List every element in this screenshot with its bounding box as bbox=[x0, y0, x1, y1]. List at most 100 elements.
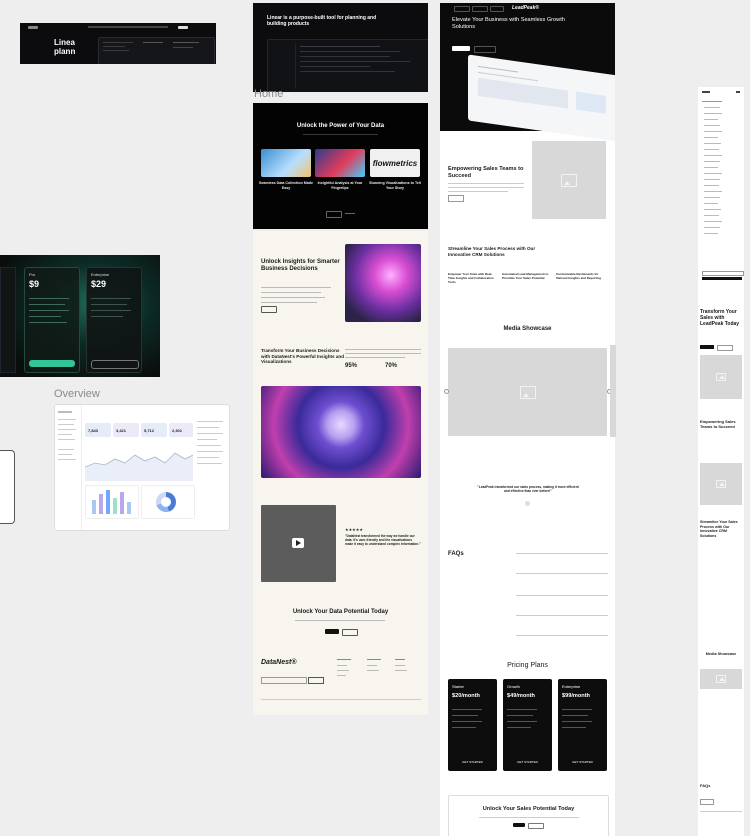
dashboard-sidebar bbox=[55, 405, 82, 530]
datanest-hero-image bbox=[345, 244, 421, 322]
leadpeak-nav-link-2[interactable] bbox=[472, 6, 488, 12]
mobile-faq-button[interactable] bbox=[700, 799, 714, 805]
datanest-stat-1: 95% bbox=[345, 363, 358, 369]
leadpeak-page-frame[interactable]: LeadPeak® Elevate Your Business with Sea… bbox=[440, 3, 615, 836]
feature-card-3-title: Stunning Visualizations to Tell Your Sto… bbox=[369, 181, 421, 190]
leadpeak-bottom-cta-box: Unlock Your Sales Potential Today bbox=[448, 795, 609, 836]
mobile-page-frame[interactable]: Transform Your Sales with LeadPeak Today… bbox=[698, 87, 744, 836]
overview-bar-chart bbox=[85, 485, 139, 519]
leadpeak-quote-avatar bbox=[525, 501, 530, 506]
dark-features-button[interactable] bbox=[326, 211, 342, 218]
datanest-footer-logo: DataNest® bbox=[261, 659, 297, 666]
mobile-menu-button-2[interactable] bbox=[702, 277, 742, 280]
pricing-card-enterprise-lp[interactable]: Enterprise $99/month GET STARTED bbox=[558, 679, 607, 771]
metric-value-2: 3,421 bbox=[116, 428, 127, 433]
flowmetrics-logo: flowmetrics bbox=[372, 158, 418, 168]
mobile-menu-panel bbox=[700, 89, 744, 280]
leadpeak-faq-title: FAQs bbox=[448, 551, 464, 557]
datanest-newsletter-button[interactable] bbox=[308, 677, 324, 684]
mobile-title: Transform Your Sales with LeadPeak Today bbox=[700, 309, 740, 327]
mobile-crm-title: Streamline Your Sales Process with Our I… bbox=[700, 520, 738, 538]
section-label-home: Home bbox=[254, 88, 284, 100]
leadpeak-hero-dashboard-mock bbox=[468, 54, 615, 142]
enterprise-cta[interactable]: GET STARTED bbox=[562, 759, 603, 766]
pricing-card-growth[interactable]: Growth $49/month GET STARTED bbox=[503, 679, 552, 771]
metric-card-4[interactable]: 2,301 bbox=[169, 423, 193, 437]
datanest-footer-cols bbox=[337, 659, 423, 689]
metric-card-1[interactable]: 7,843 bbox=[85, 423, 111, 437]
starter-cta[interactable]: GET STARTED bbox=[452, 759, 493, 766]
mobile-menu-button-1[interactable] bbox=[702, 271, 744, 276]
leadpeak-hero-title: Elevate Your Business with Seamless Grow… bbox=[452, 17, 565, 30]
linear-preview-frame[interactable]: Linea plann bbox=[20, 23, 216, 64]
leadpeak-bottom-secondary[interactable] bbox=[528, 823, 544, 829]
datanest-section2-text bbox=[345, 349, 421, 358]
datanest-page-frame[interactable]: Unlock Insights for Smarter Business Dec… bbox=[253, 231, 428, 715]
metric-value-4: 2,301 bbox=[172, 428, 183, 433]
dark-features-link[interactable] bbox=[345, 213, 355, 214]
datanest-testimonial: "DataNest transformed the way we handle … bbox=[345, 534, 421, 546]
datanest-cta-primary-button[interactable] bbox=[325, 629, 339, 634]
leadpeak-hero-secondary[interactable] bbox=[474, 46, 496, 53]
image-placeholder-icon bbox=[716, 675, 726, 683]
datanest-video-placeholder[interactable] bbox=[261, 505, 336, 582]
linear-crop-title: Linea plann bbox=[54, 38, 76, 56]
dark-pricing-frame[interactable]: Pro $9 Enterprise $29 bbox=[0, 255, 160, 377]
leadpeak-faq-list bbox=[516, 553, 608, 643]
growth-name: Growth bbox=[507, 684, 520, 689]
mobile-hero-image bbox=[700, 355, 742, 399]
datanest-hero-list bbox=[261, 287, 333, 307]
image-placeholder-icon bbox=[716, 373, 726, 381]
feature-card-3-image: flowmetrics bbox=[370, 149, 420, 177]
leadpeak-crm-item-1: Empower Your Team with Real-Time Insight… bbox=[448, 272, 494, 284]
dark-features-subtitle-line bbox=[303, 134, 378, 135]
pricing-pro-button[interactable] bbox=[29, 360, 75, 367]
metric-card-2[interactable]: 3,421 bbox=[113, 423, 139, 437]
metric-value-1: 7,843 bbox=[88, 428, 99, 433]
mobile-section-title: Empowering Sales Teams to Succeed bbox=[700, 419, 736, 429]
pricing-card-starter[interactable]: Starter $20/month GET STARTED bbox=[448, 679, 497, 771]
leadpeak-hero-primary[interactable] bbox=[452, 46, 470, 51]
leadpeak-nav-link-1[interactable] bbox=[454, 6, 470, 12]
image-placeholder-icon bbox=[519, 385, 536, 399]
pricing-enterprise-button[interactable] bbox=[91, 360, 139, 369]
mobile-hero-button-2[interactable] bbox=[717, 345, 733, 351]
datanest-cta-secondary-button[interactable] bbox=[342, 629, 358, 636]
leadpeak-media-carousel[interactable] bbox=[448, 348, 607, 436]
pricing-enterprise-price: $29 bbox=[91, 279, 107, 289]
growth-cta[interactable]: GET STARTED bbox=[507, 759, 548, 766]
mobile-hero-button-1[interactable] bbox=[700, 345, 714, 349]
pricing-card-enterprise[interactable]: Enterprise $29 bbox=[86, 267, 142, 373]
feature-card-2-title: Insightful Analysis at Your Fingertips bbox=[317, 181, 363, 190]
metric-card-3[interactable]: 5,712 bbox=[141, 423, 167, 437]
leadpeak-hero: LeadPeak® Elevate Your Business with Sea… bbox=[440, 3, 615, 142]
leadpeak-nav-link-3[interactable] bbox=[490, 6, 504, 12]
overview-dashboard-frame[interactable]: 7,843 3,421 5,712 2,301 bbox=[54, 404, 230, 531]
leadpeak-section-button[interactable] bbox=[448, 195, 464, 202]
linear-app-mock bbox=[267, 39, 428, 92]
linear-hero-frame[interactable]: Linear is a purpose-built tool for plann… bbox=[253, 3, 428, 92]
play-icon[interactable] bbox=[292, 538, 304, 548]
pricing-pro-price: $9 bbox=[29, 279, 40, 289]
datanest-hero-button[interactable] bbox=[261, 306, 277, 313]
leadpeak-media-title: Media Showcase bbox=[503, 326, 552, 332]
overview-line-chart bbox=[85, 452, 193, 481]
pricing-card-pro[interactable]: Pro $9 bbox=[24, 267, 80, 373]
image-placeholder-icon bbox=[561, 173, 577, 187]
datanest-newsletter-input[interactable] bbox=[261, 677, 307, 684]
mobile-media-image bbox=[700, 669, 742, 689]
dark-features-title: Unlock the Power of Your Data bbox=[296, 123, 385, 129]
linear-app-screenshot bbox=[98, 37, 215, 64]
leadpeak-bottom-title: Unlock Your Sales Potential Today bbox=[482, 806, 575, 812]
overview-donut-chart bbox=[141, 485, 195, 519]
growth-price: $49/month bbox=[507, 693, 535, 699]
leadpeak-crm-item-3: Customizable Dashboards for Tailored Ins… bbox=[556, 272, 601, 280]
leadpeak-crm-item-2: Automated Lead Management to Prioritize … bbox=[502, 272, 549, 280]
mobile-faq-title: FAQs bbox=[700, 783, 711, 788]
dark-features-frame[interactable]: Unlock the Power of Your Data flowmetric… bbox=[253, 103, 428, 229]
carousel-prev-icon[interactable] bbox=[444, 389, 449, 394]
leadpeak-bottom-primary[interactable] bbox=[513, 823, 525, 827]
datanest-stars: ★★★★★ bbox=[345, 527, 363, 532]
leadpeak-section-image bbox=[532, 141, 606, 219]
linear-headline: Linear is a purpose-built tool for plann… bbox=[267, 15, 377, 27]
